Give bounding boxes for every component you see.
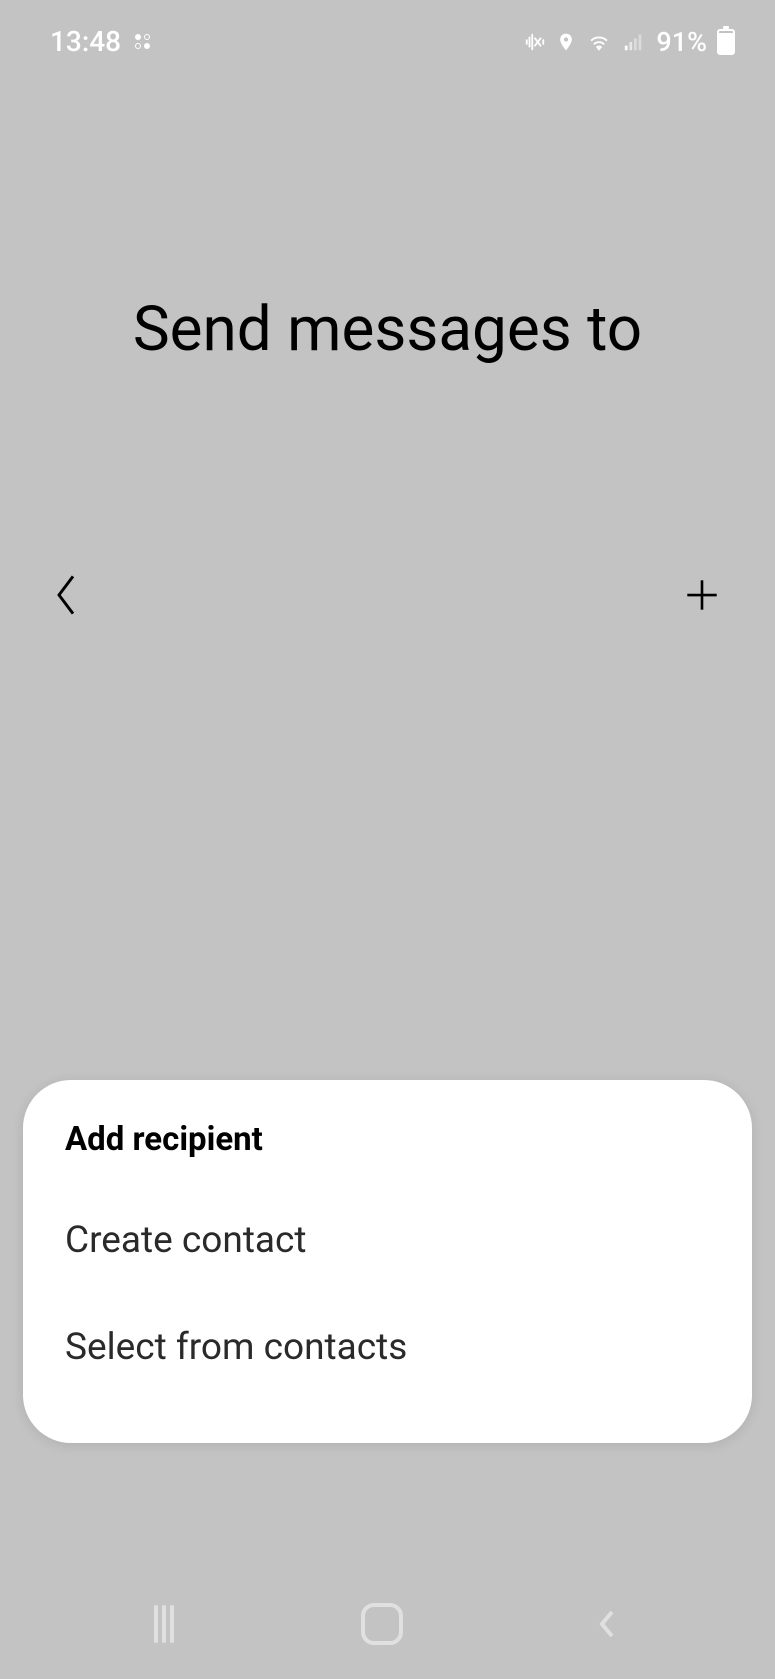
nav-recent-button[interactable] xyxy=(142,1593,186,1655)
status-time: 13:48 xyxy=(50,25,121,58)
back-button[interactable] xyxy=(42,561,90,629)
popup-title: Add recipient xyxy=(23,1120,752,1187)
battery-percent: 91% xyxy=(656,26,707,58)
action-bar xyxy=(0,561,775,629)
chevron-back-icon xyxy=(52,571,80,619)
status-bar: 13:48 91% xyxy=(0,0,775,68)
home-icon xyxy=(361,1603,403,1645)
navigation-bar xyxy=(0,1569,775,1679)
location-icon xyxy=(556,31,576,53)
vibrate-icon xyxy=(524,31,546,53)
add-button[interactable] xyxy=(671,564,733,626)
select-from-contacts-option[interactable]: Select from contacts xyxy=(23,1294,752,1401)
status-left: 13:48 xyxy=(50,25,150,58)
status-indicator-icon xyxy=(135,34,150,49)
nav-home-button[interactable] xyxy=(349,1591,415,1657)
create-contact-option[interactable]: Create contact xyxy=(23,1187,752,1294)
recent-apps-icon xyxy=(154,1605,174,1643)
battery-icon xyxy=(717,29,735,55)
add-recipient-popup: Add recipient Create contact Select from… xyxy=(23,1080,752,1443)
status-right: 91% xyxy=(524,26,735,58)
nav-back-icon xyxy=(591,1604,621,1644)
wifi-icon xyxy=(586,31,612,53)
nav-back-button[interactable] xyxy=(579,1592,633,1656)
page-title: Send messages to xyxy=(0,293,775,366)
plus-icon xyxy=(681,574,723,616)
signal-icon xyxy=(622,31,646,53)
